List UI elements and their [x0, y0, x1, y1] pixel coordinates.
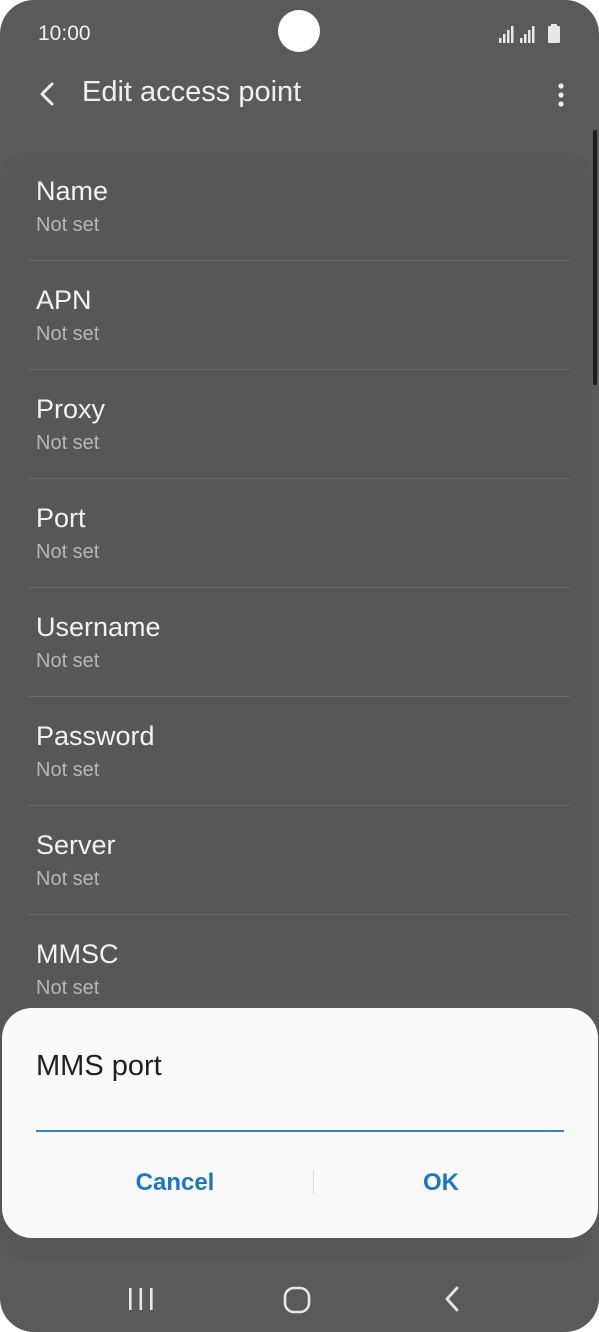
- setting-value: Not set: [36, 323, 100, 345]
- setting-label: APN: [36, 285, 92, 315]
- recents-icon[interactable]: [126, 1286, 156, 1312]
- home-icon[interactable]: [283, 1286, 311, 1314]
- setting-value: Not set: [36, 977, 100, 999]
- scrollbar[interactable]: [593, 130, 597, 385]
- mms-port-dialog: MMS port Cancel OK: [2, 1008, 598, 1238]
- setting-item-apn[interactable]: APN Not set: [0, 261, 592, 370]
- page-title: Edit access point: [82, 76, 302, 108]
- signal-icon: [520, 26, 535, 43]
- setting-value: Not set: [36, 432, 100, 454]
- front-camera: [278, 10, 320, 52]
- setting-value: Not set: [36, 868, 100, 890]
- navigation-bar: [0, 1262, 599, 1332]
- cancel-button[interactable]: Cancel: [40, 1158, 310, 1208]
- setting-value: Not set: [36, 214, 100, 236]
- setting-item-proxy[interactable]: Proxy Not set: [0, 370, 592, 479]
- setting-item-name[interactable]: Name Not set: [0, 152, 592, 261]
- signal-icon: [499, 26, 514, 43]
- setting-item-server[interactable]: Server Not set: [0, 806, 592, 915]
- setting-value: Not set: [36, 541, 100, 563]
- nav-back-icon[interactable]: [440, 1284, 466, 1314]
- ok-button[interactable]: OK: [306, 1158, 576, 1208]
- phone-screen: 10:00 Edit access point Name Not set APN…: [0, 0, 599, 1332]
- more-vert-icon[interactable]: [551, 74, 571, 114]
- setting-label: Port: [36, 503, 86, 533]
- status-time: 10:00: [38, 22, 91, 45]
- setting-label: Proxy: [36, 394, 106, 424]
- setting-value: Not set: [36, 650, 100, 672]
- battery-icon: [548, 24, 560, 43]
- setting-label: MMSC: [36, 939, 119, 969]
- setting-value: Not set: [36, 759, 100, 781]
- back-arrow-icon[interactable]: [30, 74, 64, 114]
- app-bar: Edit access point: [0, 60, 599, 130]
- setting-label: Username: [36, 612, 161, 642]
- setting-label: Password: [36, 721, 155, 751]
- setting-item-username[interactable]: Username Not set: [0, 588, 592, 697]
- setting-label: Server: [36, 830, 116, 860]
- setting-label: Name: [36, 176, 109, 206]
- setting-item-password[interactable]: Password Not set: [0, 697, 592, 806]
- setting-item-port[interactable]: Port Not set: [0, 479, 592, 588]
- mms-port-input[interactable]: [36, 1094, 564, 1132]
- dialog-title: MMS port: [36, 1050, 162, 1082]
- status-icons: [499, 24, 560, 43]
